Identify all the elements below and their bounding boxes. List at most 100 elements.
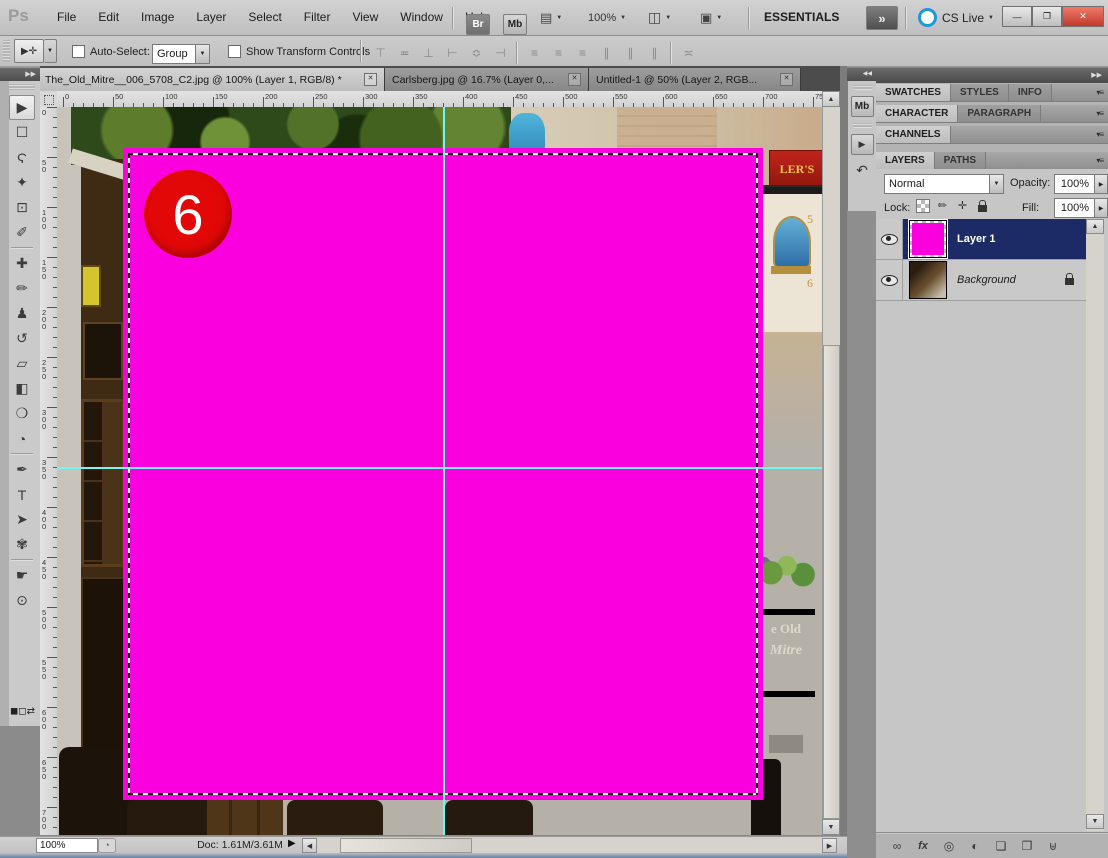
vertical-ruler[interactable]: 05 01 0 01 5 02 0 02 5 03 0 03 5 04 0 04… xyxy=(40,107,58,835)
fill-field[interactable]: 100% xyxy=(1054,198,1096,218)
menu-edit[interactable]: Edit xyxy=(87,0,130,35)
minimize-button[interactable]: — xyxy=(1002,6,1032,27)
align-right-edges-icon[interactable]: ⊣ xyxy=(492,45,509,62)
layer-styles-icon[interactable]: fx xyxy=(910,838,936,854)
lock-position-icon[interactable]: ✛ xyxy=(955,198,970,213)
options-bar-grip[interactable] xyxy=(3,40,10,62)
menu-layer[interactable]: Layer xyxy=(185,0,237,35)
layer-row-layer-1[interactable]: Layer 1 xyxy=(876,219,1086,260)
layer-visibility-cell[interactable] xyxy=(876,219,903,259)
horizontal-guide[interactable] xyxy=(57,467,822,469)
strip-grip[interactable] xyxy=(853,123,872,128)
strip-grip[interactable] xyxy=(853,85,872,90)
align-vertical-centers-icon[interactable]: ≖ xyxy=(396,45,413,62)
align-top-edges-icon[interactable]: ⊤ xyxy=(372,45,389,62)
close-button[interactable]: ✕ xyxy=(1062,6,1104,27)
panel-menu-icon[interactable]: ▾≡ xyxy=(1096,109,1108,118)
type-tool[interactable]: T xyxy=(9,482,35,507)
view-extras-button[interactable]: ▤ ▼ xyxy=(540,0,562,35)
crop-tool[interactable]: ⊡ xyxy=(9,195,35,220)
auto-select-checkbox[interactable] xyxy=(72,45,85,58)
vertical-guide[interactable] xyxy=(443,107,445,835)
distribute-bottom-edges-icon[interactable]: ≡ xyxy=(574,45,591,62)
layers-scroll-up-button[interactable]: ▲ xyxy=(1086,219,1104,234)
path-selection-tool[interactable]: ➤ xyxy=(9,507,35,532)
panel-tab-styles[interactable]: STYLES xyxy=(951,84,1009,101)
actions-panel-button[interactable]: ▶ xyxy=(851,134,874,155)
ruler-origin-box[interactable] xyxy=(40,91,58,108)
gradient-tool[interactable]: ◧ xyxy=(9,376,35,401)
layer-thumbnail[interactable] xyxy=(909,220,947,258)
blend-mode-dropdown[interactable]: Normal ▼ xyxy=(884,174,1004,194)
clone-stamp-tool[interactable]: ♟ xyxy=(9,301,35,326)
tool-preset-picker[interactable]: ▶✛ ▼ xyxy=(14,39,57,63)
distribute-vertical-centers-icon[interactable]: ≡ xyxy=(550,45,567,62)
layers-scroll-down-button[interactable]: ▼ xyxy=(1086,814,1104,829)
menu-filter[interactable]: Filter xyxy=(293,0,342,35)
tab-close-icon[interactable]: ✕ xyxy=(780,73,793,86)
align-horizontal-centers-icon[interactable]: ≎ xyxy=(468,45,485,62)
lock-all-icon[interactable] xyxy=(975,198,990,213)
layers-scrollbar-track[interactable] xyxy=(1086,219,1104,831)
dock-collapse-button[interactable]: ▶▶ xyxy=(876,68,1108,83)
new-group-icon[interactable]: ❏ xyxy=(988,838,1014,854)
opacity-slider-arrow[interactable]: ▶ xyxy=(1094,174,1108,194)
delete-layer-icon[interactable]: ⊎ xyxy=(1040,838,1066,854)
fill-slider-arrow[interactable]: ▶ xyxy=(1094,198,1108,218)
auto-select-mode-dropdown[interactable]: Group ▼ xyxy=(152,44,210,64)
lock-transparency-icon[interactable] xyxy=(916,199,930,213)
menu-file[interactable]: File xyxy=(46,0,87,35)
menu-view[interactable]: View xyxy=(341,0,389,35)
panel-tab-layers[interactable]: LAYERS xyxy=(876,152,935,169)
vertical-scrollbar-thumb[interactable] xyxy=(823,345,840,819)
lasso-tool[interactable]: Ϛ xyxy=(9,145,35,170)
history-panel-button[interactable]: ↶ xyxy=(852,161,873,180)
zoom-level-control[interactable]: 100% ▼ xyxy=(588,0,626,35)
distribute-left-edges-icon[interactable]: ∥ xyxy=(598,45,615,62)
lock-pixels-icon[interactable]: ✏ xyxy=(935,198,950,213)
opacity-field[interactable]: 100% xyxy=(1054,174,1096,194)
layer-visibility-cell[interactable] xyxy=(876,260,903,300)
menu-select[interactable]: Select xyxy=(237,0,292,35)
quick-selection-tool[interactable]: ✦ xyxy=(9,170,35,195)
panel-menu-icon[interactable]: ▾≡ xyxy=(1096,156,1108,165)
panel-tab-channels[interactable]: CHANNELS xyxy=(876,126,951,143)
cs-live-button[interactable]: CS Live ▼ xyxy=(918,0,994,35)
show-transform-controls-option[interactable]: Show Transform Controls xyxy=(228,45,370,58)
add-layer-mask-icon[interactable]: ◎ xyxy=(936,838,962,854)
document-tab-1[interactable]: The_Old_Mitre__006_5708_C2.jpg @ 100% (L… xyxy=(38,68,385,91)
status-zoom-input[interactable]: 100% xyxy=(36,838,98,853)
launch-mini-bridge-button[interactable]: Mb xyxy=(503,14,527,35)
panel-menu-icon[interactable]: ▾≡ xyxy=(1096,130,1108,139)
auto-select-option[interactable]: Auto-Select: xyxy=(72,45,150,58)
burn-tool[interactable]: ◔ xyxy=(9,426,35,451)
panel-tab-paths[interactable]: PATHS xyxy=(935,152,986,169)
panel-tab-character[interactable]: CHARACTER xyxy=(876,105,958,122)
distribute-horizontal-centers-icon[interactable]: ∥ xyxy=(622,45,639,62)
strip-collapse-button[interactable]: ◀◀ xyxy=(847,68,876,81)
launch-bridge-button[interactable]: Br xyxy=(466,14,490,35)
document-size-readout[interactable]: Doc: 1.61M/3.61M xyxy=(160,839,320,851)
zoom-tool[interactable]: ⊙ xyxy=(9,588,35,613)
panel-tab-info[interactable]: INFO xyxy=(1009,84,1052,101)
scroll-down-button[interactable]: ▼ xyxy=(822,819,840,835)
new-layer-icon[interactable]: ❐ xyxy=(1014,838,1040,854)
arrange-documents-button[interactable]: ◫ ▼ xyxy=(648,0,671,35)
scroll-up-button[interactable]: ▲ xyxy=(822,91,840,107)
show-transform-controls-checkbox[interactable] xyxy=(228,45,241,58)
distribute-top-edges-icon[interactable]: ≡ xyxy=(526,45,543,62)
panel-menu-icon[interactable]: ▾≡ xyxy=(1096,88,1108,97)
align-bottom-edges-icon[interactable]: ⊥ xyxy=(420,45,437,62)
tab-close-icon[interactable]: ✕ xyxy=(364,73,377,86)
history-brush-tool[interactable]: ↺ xyxy=(9,326,35,351)
restore-button[interactable]: ❐ xyxy=(1032,6,1062,27)
pen-tool[interactable]: ✒ xyxy=(9,457,35,482)
blur-tool[interactable]: ❍ xyxy=(9,401,35,426)
mini-bridge-panel-button[interactable]: Mb xyxy=(851,96,874,117)
hand-tool[interactable]: ☛ xyxy=(9,563,35,588)
panel-tab-swatches[interactable]: SWATCHES xyxy=(876,84,951,101)
document-canvas[interactable]: LER'S 5 6 e Old Mitre 6 xyxy=(57,107,822,835)
layer-thumbnail[interactable] xyxy=(909,261,947,299)
align-left-edges-icon[interactable]: ⊢ xyxy=(444,45,461,62)
move-tool[interactable]: ▶ xyxy=(9,95,35,120)
